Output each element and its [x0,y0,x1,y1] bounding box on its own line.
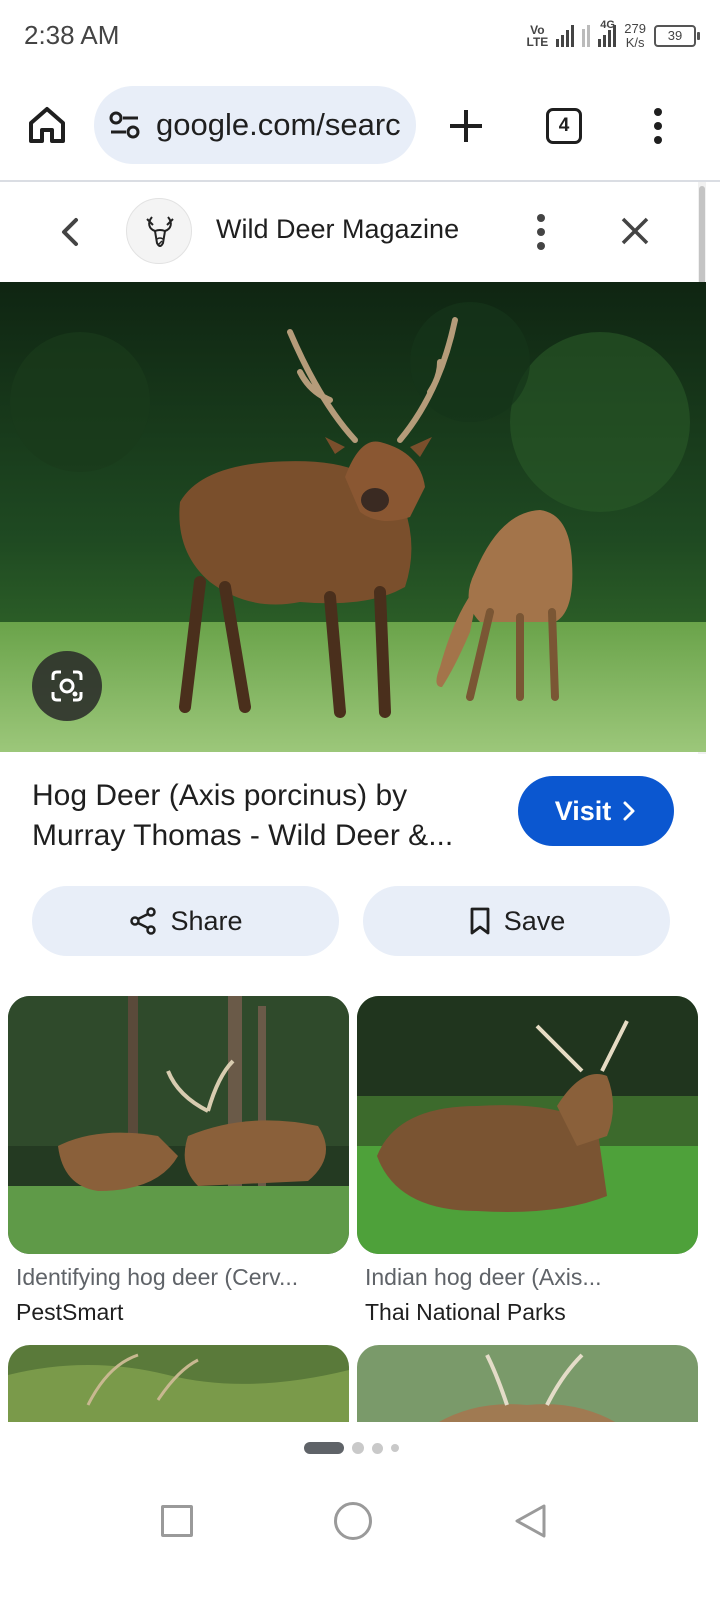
visit-button[interactable]: Visit [518,776,674,846]
address-bar[interactable]: google.com/search [94,86,416,164]
page-dot [391,1444,399,1452]
lens-search-button[interactable] [32,651,102,721]
deer-logo-icon [146,216,174,247]
related-thumbnail[interactable] [8,996,349,1254]
status-icons: Vo LTE 4G 279 K/s 39 [526,16,700,56]
chevron-left-icon[interactable] [56,214,86,250]
share-button[interactable]: Share [32,886,339,956]
related-caption: Identifying hog deer (Cerv... [16,1264,299,1290]
related-result[interactable]: Indian hog deer (Axis... Thai National P… [357,996,698,1326]
image-viewer-header: Wild Deer Magazine [0,182,698,282]
related-thumbnail[interactable] [357,1345,698,1423]
battery-icon: 39 [654,25,700,47]
chevron-right-icon [623,801,635,821]
url-text[interactable]: google.com/search [156,107,402,143]
page-dot [372,1442,383,1454]
status-time: 2:38 AM [24,20,120,50]
result-title[interactable]: Hog Deer (Axis porcinus) by Murray Thoma… [32,776,494,856]
data-transfer-icon [582,25,591,47]
browser-toolbar: google.com/search 4 [0,72,720,180]
more-vert-icon[interactable] [530,212,552,252]
site-settings-icon[interactable] [108,108,142,142]
related-source: PestSmart [16,1299,124,1325]
related-thumbnail[interactable] [357,996,698,1254]
page-dot [352,1442,364,1454]
signal-icon [556,25,575,47]
related-source: Thai National Parks [365,1299,566,1325]
home-circle-icon[interactable] [334,1502,372,1540]
more-vert-icon[interactable] [646,104,670,148]
share-icon [130,907,157,935]
net-speed: 279 K/s [624,21,646,50]
bottom-fade [0,1422,720,1488]
site-name[interactable]: Wild Deer Magazine [216,214,459,245]
page-dot-active [304,1442,344,1454]
signal-4g-icon: 4G [598,19,617,47]
back-triangle-icon[interactable] [512,1502,548,1540]
volte-indicator: Vo LTE [526,23,549,49]
related-caption: Indian hog deer (Axis... [365,1264,602,1290]
scrollbar-thumb[interactable] [699,186,705,286]
status-bar: 2:38 AM Vo LTE 4G 279 K/s 39 [0,0,720,72]
site-logo [126,198,192,264]
related-thumbnail[interactable] [8,1345,349,1423]
close-icon[interactable] [618,214,652,248]
google-lens-icon [51,670,83,702]
hog-deer-photo [0,282,706,752]
related-result[interactable] [357,1345,698,1423]
related-result[interactable] [8,1345,349,1423]
new-tab-icon[interactable] [446,106,486,146]
recent-apps-icon[interactable] [161,1505,193,1537]
home-icon[interactable] [26,104,68,146]
main-image[interactable] [0,282,706,752]
related-result[interactable]: Identifying hog deer (Cerv... PestSmart [8,996,349,1326]
page-indicator [304,1442,399,1454]
bookmark-icon [470,907,490,935]
tab-switcher-button[interactable]: 4 [546,108,582,144]
save-button[interactable]: Save [363,886,670,956]
